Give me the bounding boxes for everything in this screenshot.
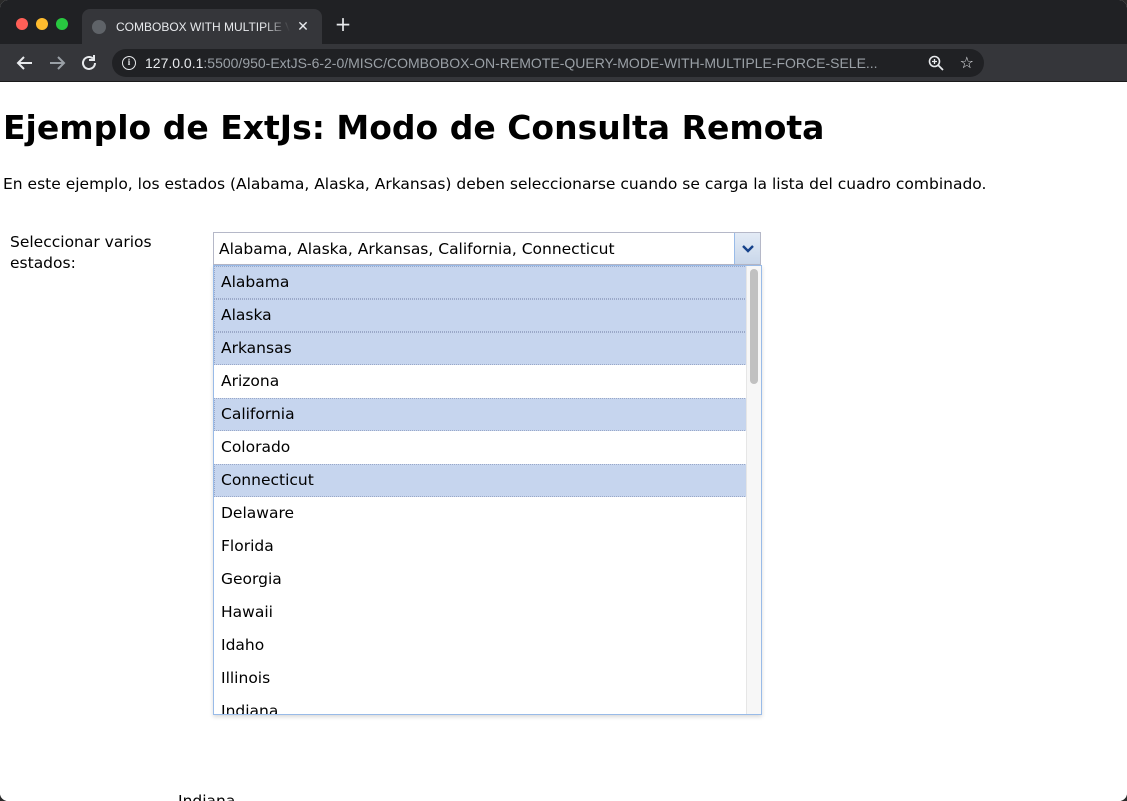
list-item[interactable]: Arizona: [214, 365, 747, 398]
minimize-window-button[interactable]: [36, 18, 48, 30]
combo-label: Seleccionar varios estados:: [10, 233, 152, 272]
scroll-thumb[interactable]: [750, 269, 758, 384]
star-icon[interactable]: ☆: [960, 53, 974, 72]
option-list: Alabama Alaska Arkansas Arizona California Co…: [214, 266, 747, 714]
combo-trigger-button[interactable]: [734, 233, 760, 264]
list-item[interactable]: Connecticut: [214, 464, 747, 497]
tab-strip: COMBOBOX WITH MULTIPLE VALUES ✕ +: [0, 0, 1127, 44]
underlying-text: Indiana: [178, 792, 236, 801]
page-content: Ejemplo de ExtJs: Modo de Consulta Remot…: [0, 82, 1127, 801]
zoom-icon[interactable]: [928, 54, 944, 76]
info-icon[interactable]: i: [122, 56, 136, 70]
arrow-left-icon[interactable]: [14, 52, 36, 74]
new-tab-button[interactable]: +: [333, 14, 353, 34]
list-item[interactable]: California: [214, 398, 747, 431]
address-bar[interactable]: i 127.0.0.1:5500/950-ExtJS-6-2-0/MISC/CO…: [112, 49, 984, 77]
states-combobox[interactable]: [213, 232, 761, 265]
combo-dropdown-list[interactable]: Alabama Alaska Arkansas Arizona California Co…: [213, 265, 762, 715]
browser-tab[interactable]: COMBOBOX WITH MULTIPLE VALUES ✕: [82, 9, 322, 44]
list-item[interactable]: Alaska: [214, 299, 747, 332]
list-item[interactable]: Georgia: [214, 563, 747, 596]
list-item[interactable]: Florida: [214, 530, 747, 563]
browser-toolbar: i 127.0.0.1:5500/950-ExtJS-6-2-0/MISC/CO…: [0, 44, 1127, 118]
list-item[interactable]: Delaware: [214, 497, 747, 530]
list-item[interactable]: Illinois: [214, 662, 747, 695]
list-item[interactable]: Arkansas: [214, 332, 747, 365]
list-item[interactable]: Colorado: [214, 431, 747, 464]
tab-title: COMBOBOX WITH MULTIPLE VALUES: [116, 19, 290, 34]
browser-window: COMBOBOX WITH MULTIPLE VALUES ✕ + i 127.…: [0, 0, 1127, 801]
reload-icon[interactable]: [78, 52, 100, 74]
close-window-button[interactable]: [16, 18, 28, 30]
maximize-window-button[interactable]: [56, 18, 68, 30]
page-title: Ejemplo de ExtJs: Modo de Consulta Remot…: [3, 108, 825, 147]
list-item[interactable]: Hawaii: [214, 596, 747, 629]
list-item[interactable]: Idaho: [214, 629, 747, 662]
chevron-down-icon: [741, 244, 755, 254]
scrollbar[interactable]: [746, 266, 761, 714]
arrow-right-icon[interactable]: [46, 52, 68, 74]
close-tab-icon[interactable]: ✕: [294, 19, 312, 35]
page-description: En este ejemplo, los estados (Alabama, A…: [3, 175, 987, 193]
list-item[interactable]: Indiana: [214, 695, 747, 714]
url-text[interactable]: 127.0.0.1:5500/950-ExtJS-6-2-0/MISC/COMB…: [145, 55, 915, 71]
states-combobox-input[interactable]: [214, 233, 734, 264]
list-item[interactable]: Alabama: [214, 266, 747, 299]
globe-icon: [92, 19, 106, 34]
